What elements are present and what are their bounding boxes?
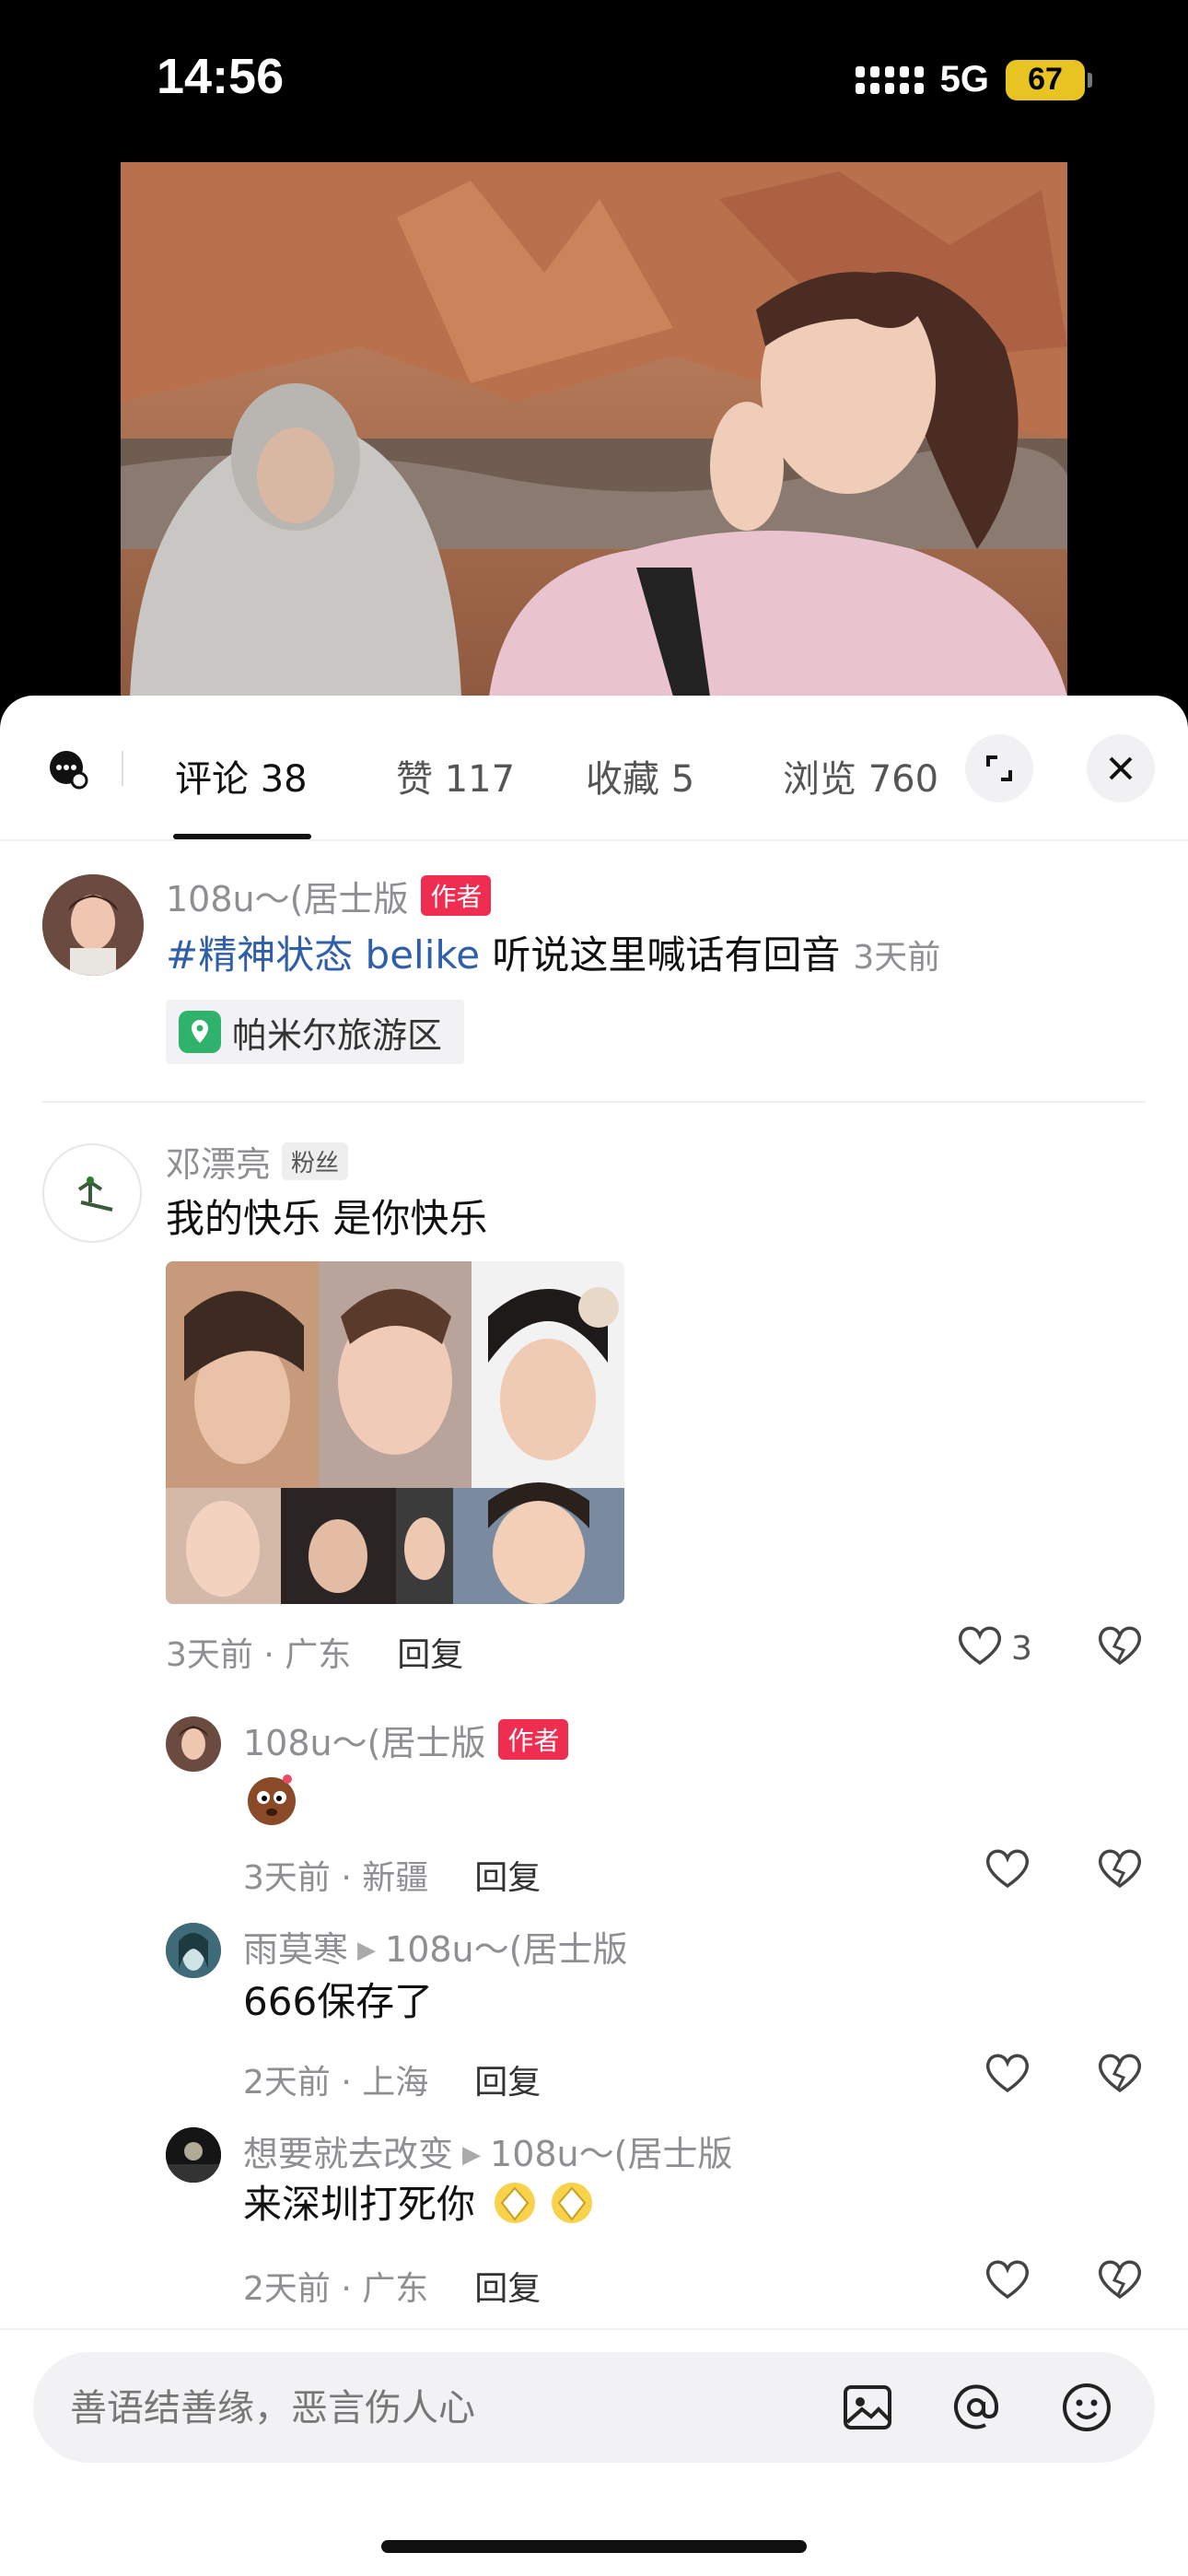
author-badge: 作者 xyxy=(421,875,492,916)
input-divider xyxy=(0,2328,1188,2330)
comment-user[interactable]: 邓漂亮 粉丝 xyxy=(166,1136,349,1187)
expand-button[interactable] xyxy=(965,734,1033,802)
post-time: 3天前 xyxy=(853,939,941,977)
location-label: 帕米尔旅游区 xyxy=(232,1014,443,1056)
video-frame xyxy=(121,162,1067,697)
reply-meta: 2天前 · 上海 回复 xyxy=(243,2055,541,2103)
reply-button[interactable]: 回复 xyxy=(474,2064,541,2102)
comment-image[interactable] xyxy=(166,1261,624,1604)
dislike-icon[interactable] xyxy=(1096,1622,1144,1667)
reply-text: 来深圳打死你 xyxy=(243,2173,601,2230)
reply-to-user[interactable]: 108u～(居士版 xyxy=(490,2134,732,2174)
reply-user[interactable]: 108u～(居士版 作者 xyxy=(243,1715,569,1765)
signal-icon xyxy=(855,65,924,94)
location-tag[interactable]: 帕米尔旅游区 xyxy=(166,1000,465,1064)
divider xyxy=(42,1101,1146,1103)
close-button[interactable] xyxy=(1087,734,1155,802)
author-avatar-image xyxy=(179,1726,208,1760)
clap-emoji-icon xyxy=(552,2183,593,2223)
tab-bar: 评论 38 赞 117 收藏 5 浏览 760 xyxy=(0,696,1188,841)
comment-text: 我的快乐 是你快乐 xyxy=(166,1196,488,1241)
clap-emoji-icon xyxy=(495,2183,536,2223)
reply-time-location: 2天前 · 上海 xyxy=(243,2064,429,2102)
like-count: 3 xyxy=(1011,1630,1032,1668)
tab-separator xyxy=(122,751,123,786)
tab-views[interactable]: 浏览 760 xyxy=(783,749,938,802)
heart-icon[interactable] xyxy=(984,2050,1031,2094)
user-avatar-image xyxy=(166,2127,221,2183)
reply-arrow-icon: ▶ xyxy=(357,1937,377,1964)
status-icons: 5G 67 xyxy=(855,59,1092,100)
expand-icon xyxy=(986,755,1012,781)
post-text: #精神状态 belike 听说这里喊话有回音 3天前 xyxy=(166,924,940,980)
author-name[interactable]: 108u～(居士版 xyxy=(166,879,408,919)
dislike-icon[interactable] xyxy=(1096,2050,1144,2094)
tab-comments[interactable]: 评论 38 xyxy=(175,749,308,802)
reply-meta: 3天前 · 新疆 回复 xyxy=(243,1851,541,1899)
reply-button[interactable]: 回复 xyxy=(474,1859,541,1897)
reply-arrow-icon: ▶ xyxy=(462,2141,482,2169)
post-video[interactable] xyxy=(121,162,1067,697)
reply-time-location: 2天前 · 广东 xyxy=(243,2270,429,2308)
reply-time-location: 3天前 · 新疆 xyxy=(243,1859,429,1897)
battery-icon: 67 xyxy=(1006,59,1092,100)
status-time: 14:56 xyxy=(157,49,285,104)
close-icon xyxy=(1109,756,1133,780)
user-avatar-image xyxy=(77,1177,113,1212)
comment-input-bar xyxy=(33,2352,1155,2463)
user-name[interactable]: 邓漂亮 xyxy=(166,1144,271,1185)
dislike-icon[interactable] xyxy=(1096,2256,1144,2301)
avatar[interactable] xyxy=(166,1716,221,1772)
emoji-icon[interactable] xyxy=(1059,2380,1114,2435)
avatar[interactable] xyxy=(42,874,144,976)
post-text-body: 听说这里喊话有回音 xyxy=(480,932,841,978)
hashtag-link[interactable]: #精神状态 belike xyxy=(166,932,480,978)
battery-level: 67 xyxy=(1028,62,1063,97)
comment-time-location: 3天前 · 广东 xyxy=(166,1636,352,1674)
sticker-emoji-icon xyxy=(248,1774,296,1825)
user-name[interactable]: 108u～(居士版 xyxy=(243,1723,485,1763)
comments-sheet: 评论 38 赞 117 收藏 5 浏览 760 108u～(居士版 作者 #精神… xyxy=(0,696,1188,2576)
tab-likes[interactable]: 赞 117 xyxy=(396,749,515,802)
home-indicator[interactable] xyxy=(381,2540,807,2553)
tab-favorites[interactable]: 收藏 5 xyxy=(586,749,694,802)
comment-input[interactable] xyxy=(68,2378,790,2439)
comment-author[interactable]: 108u～(居士版 作者 xyxy=(166,871,492,921)
avatar[interactable] xyxy=(166,2127,221,2183)
user-name[interactable]: 雨莫寒 xyxy=(243,1929,348,1970)
reply-text: 666保存了 xyxy=(243,1979,434,2024)
reply-user[interactable]: 想要就去改变 ▶ 108u～(居士版 xyxy=(243,2125,732,2176)
reply-button[interactable]: 回复 xyxy=(474,2270,541,2308)
mention-icon[interactable] xyxy=(949,2380,1004,2435)
network-label: 5G xyxy=(939,59,989,100)
reply-text-body: 来深圳打死你 xyxy=(243,2182,476,2227)
dislike-icon[interactable] xyxy=(1096,1845,1144,1890)
author-avatar-image xyxy=(42,874,144,976)
comment-meta: 3天前 · 广东 回复 xyxy=(166,1628,463,1676)
avatar[interactable] xyxy=(166,1923,221,1978)
active-tab-indicator xyxy=(173,834,311,839)
location-icon xyxy=(179,1011,221,1053)
heart-icon[interactable] xyxy=(984,2256,1031,2301)
user-name[interactable]: 想要就去改变 xyxy=(243,2134,453,2174)
heart-icon[interactable] xyxy=(984,1845,1031,1890)
image-icon[interactable] xyxy=(840,2380,895,2435)
reply-to-user[interactable]: 108u～(居士版 xyxy=(385,1929,627,1970)
reply-button[interactable]: 回复 xyxy=(397,1636,463,1674)
reply-meta: 2天前 · 广东 回复 xyxy=(243,2262,541,2310)
avatar[interactable] xyxy=(42,1143,142,1243)
user-avatar-image xyxy=(166,1923,221,1978)
author-badge: 作者 xyxy=(498,1719,569,1760)
fan-badge: 粉丝 xyxy=(282,1142,349,1180)
reply-user[interactable]: 雨莫寒 ▶ 108u～(居士版 xyxy=(243,1921,627,1972)
meme-collage xyxy=(166,1261,624,1604)
status-bar: 14:56 5G 67 xyxy=(0,0,1188,157)
comment-settings-icon[interactable] xyxy=(48,749,88,790)
heart-icon[interactable] xyxy=(956,1622,1004,1667)
